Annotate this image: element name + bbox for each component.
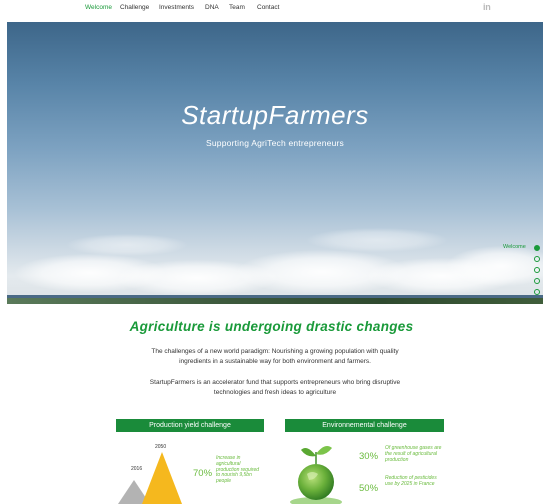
nav-item-challenge[interactable]: Challenge <box>120 4 149 11</box>
nav-item-investments[interactable]: Investments <box>159 4 194 11</box>
hero-banner: StartupFarmers Supporting AgriTech entre… <box>7 22 543 304</box>
globe-icon <box>290 446 342 504</box>
production-yield-header: Production yield challenge <box>116 419 264 432</box>
side-nav-dot-5[interactable] <box>534 289 540 295</box>
cloud <box>67 234 187 256</box>
horizon-land <box>7 298 543 304</box>
fund-paragraph: StartupFarmers is an accelerator fund th… <box>149 379 401 396</box>
year-2016: 2016 <box>131 466 143 472</box>
stat-pct-30: 30% <box>359 451 379 462</box>
stat-pct-70: 70% <box>193 468 213 479</box>
cloud <box>307 228 447 252</box>
year-2050: 2050 <box>155 444 167 450</box>
top-nav: Welcome Challenge Investments DNA Team C… <box>0 0 543 17</box>
side-nav-active-label: Welcome <box>503 244 526 250</box>
stat-text-greenhouse: Of greenhouse gases are the result of ag… <box>385 445 442 463</box>
globe-sphere <box>298 464 334 500</box>
yield-pyramid-chart <box>118 452 182 504</box>
side-nav-dot-1[interactable] <box>534 245 540 251</box>
side-nav-dot-3[interactable] <box>534 267 540 273</box>
side-nav-dot-4[interactable] <box>534 278 540 284</box>
pyramid-2050 <box>142 452 182 504</box>
sprout-leaf-right <box>316 446 332 455</box>
stat-pct-50: 50% <box>359 483 379 494</box>
hero-title: StartupFarmers <box>181 100 369 130</box>
sprout-leaf-left <box>301 448 316 457</box>
nav-item-dna[interactable]: DNA <box>205 4 219 11</box>
side-nav-dot-2[interactable] <box>534 256 540 262</box>
stat-text-production: Increase in agricultural production requ… <box>216 455 260 485</box>
hero-subtitle: Supporting AgriTech entrepreneurs <box>206 138 344 148</box>
stat-text-pesticides: Reduction of pesticides use by 2025 in F… <box>385 475 437 487</box>
intro-paragraph: The challenges of a new world paradigm: … <box>151 348 399 365</box>
linkedin-icon[interactable]: in <box>483 2 491 12</box>
nav-item-contact[interactable]: Contact <box>257 4 279 11</box>
section-heading: Agriculture is undergoing drastic change… <box>129 319 414 334</box>
nav-item-team[interactable]: Team <box>229 4 245 11</box>
environmental-header: Environnemental challenge <box>285 419 444 432</box>
nav-item-welcome[interactable]: Welcome <box>85 4 112 11</box>
